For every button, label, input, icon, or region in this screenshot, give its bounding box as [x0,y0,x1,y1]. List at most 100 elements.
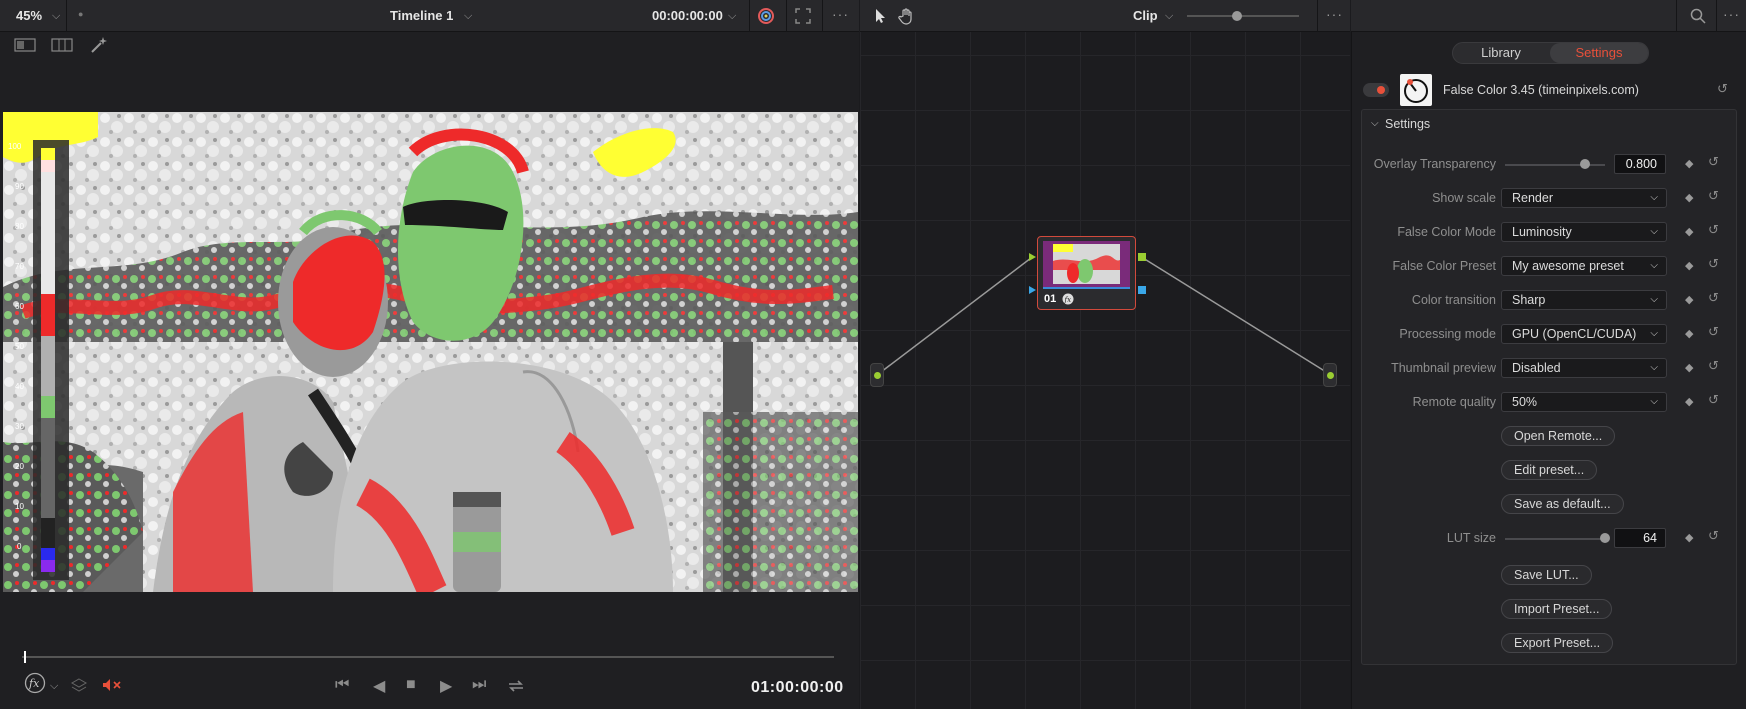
keyframe-icon[interactable]: ◆ [1685,225,1693,238]
mode-chevron-icon[interactable]: ⌵ [1165,10,1173,23]
reset-icon[interactable]: ↺ [1708,528,1719,544]
open-remote-button[interactable]: Open Remote... [1501,426,1616,446]
timecode-chevron-icon[interactable]: ⌵ [728,10,736,23]
more-options-icon[interactable]: ··· [1326,6,1343,22]
node-graph-header: Clip ⌵ ··· [860,0,1350,32]
mute-icon[interactable] [102,678,122,692]
overlay-transparency-value[interactable]: 0.800 [1614,154,1666,174]
keyframe-icon[interactable]: ◆ [1685,327,1693,340]
timecode-display: 01:00:00:00 [751,679,844,696]
hand-icon[interactable] [898,7,916,25]
key-input-port[interactable] [1029,286,1036,294]
toggle-dot [1377,86,1385,94]
show-scale-dropdown[interactable]: Render ⌵ [1501,188,1667,208]
skip-to-start-icon[interactable]: ⏮ [335,676,349,694]
save-as-default-button[interactable]: Save as default... [1501,494,1624,514]
dropdown-chevron-icon: ⌵ [1650,396,1658,407]
remote-quality-dropdown[interactable]: 50% ⌵ [1501,392,1667,412]
single-viewer-icon[interactable] [14,38,36,52]
reset-icon[interactable]: ↺ [1708,358,1719,374]
zoom-slider-knob[interactable] [1232,11,1242,21]
processing-mode-dropdown[interactable]: GPU (OpenCL/CUDA) ⌵ [1501,324,1667,344]
reset-icon[interactable]: ↺ [1708,154,1719,170]
divider [1716,0,1717,32]
key-output-port[interactable] [1138,286,1146,294]
keyframe-icon[interactable]: ◆ [1685,531,1693,544]
skip-to-end-icon[interactable]: ⏭ [472,676,486,694]
input-node[interactable] [870,363,884,387]
magic-wand-icon[interactable] [89,36,109,54]
color-transition-dropdown[interactable]: Sharp ⌵ [1501,290,1667,310]
effect-reset-icon[interactable]: ↺ [1717,81,1728,97]
thumbnail-preview-dropdown[interactable]: Disabled ⌵ [1501,358,1667,378]
split-viewer-icon[interactable] [51,38,73,52]
reset-icon[interactable]: ↺ [1708,188,1719,204]
loop-icon[interactable] [506,678,526,694]
more-options-icon[interactable]: ··· [1723,6,1740,22]
reset-icon[interactable]: ↺ [1708,392,1719,408]
fx-badge-icon: fx [1062,293,1074,305]
overlay-transparency-slider[interactable] [1505,164,1605,166]
fx-icon[interactable]: fx [24,672,46,694]
stop-icon[interactable]: ■ [406,676,416,694]
collapse-chevron-icon[interactable]: ⌵ [1371,118,1379,129]
reset-icon[interactable]: ↺ [1708,324,1719,340]
color-wheel-icon[interactable] [756,6,776,26]
scrubber-track[interactable] [22,656,834,658]
zoom-chevron-icon[interactable]: ⌵ [52,10,60,23]
edit-preset-button[interactable]: Edit preset... [1501,460,1598,480]
more-options-icon[interactable]: ··· [832,6,849,22]
output-node[interactable] [1323,363,1337,387]
node-mode[interactable]: Clip [1133,8,1158,23]
timecode-top[interactable]: 00:00:00:00 [652,8,723,23]
reset-icon[interactable]: ↺ [1708,290,1719,306]
lut-size-slider[interactable] [1505,538,1605,540]
dropdown-chevron-icon: ⌵ [1650,328,1658,339]
false-color-mode-dropdown[interactable]: Luminosity ⌵ [1501,222,1667,242]
lut-size-value[interactable]: 64 [1614,528,1666,548]
import-preset-button[interactable]: Import Preset... [1501,599,1613,619]
keyframe-icon[interactable]: ◆ [1685,259,1693,272]
keyframe-icon[interactable]: ◆ [1685,191,1693,204]
zoom-slider-track[interactable] [1187,15,1299,17]
effect-enable-toggle[interactable] [1363,83,1389,97]
save-lut-button[interactable]: Save LUT... [1501,565,1592,585]
lut-size-knob[interactable] [1600,533,1610,543]
rgb-output-port[interactable] [1138,253,1146,261]
play-icon[interactable]: ▶ [440,676,452,696]
tab-library[interactable]: Library [1453,43,1549,63]
keyframe-icon[interactable]: ◆ [1685,157,1693,170]
keyframe-icon[interactable]: ◆ [1685,293,1693,306]
section-title[interactable]: Settings [1385,117,1430,131]
timeline-name[interactable]: Timeline 1 [390,8,453,23]
tab-settings[interactable]: Settings [1550,43,1648,63]
effect-name: False Color 3.45 (timeinpixels.com) [1443,83,1639,97]
playhead[interactable] [24,651,26,663]
pointer-icon[interactable] [874,8,888,24]
scale-tick-label: 0 [17,542,22,551]
fullscreen-icon[interactable] [794,7,812,25]
keyframe-icon[interactable]: ◆ [1685,361,1693,374]
timeline-chevron-icon[interactable]: ⌵ [464,10,472,23]
export-preset-button[interactable]: Export Preset... [1501,633,1614,653]
step-back-icon[interactable]: ◀ [373,676,385,696]
layers-icon[interactable] [71,678,87,692]
rgb-input-port[interactable] [1029,253,1036,261]
search-icon[interactable] [1690,8,1706,24]
corrector-node[interactable]: 01 fx [1029,236,1146,310]
zoom-level[interactable]: 45% [16,8,42,23]
keyframe-icon[interactable]: ◆ [1685,395,1693,408]
reset-icon[interactable]: ↺ [1708,256,1719,272]
reset-icon[interactable]: ↺ [1708,222,1719,238]
overlay-transparency-knob[interactable] [1580,159,1590,169]
effect-logo [1400,74,1432,106]
false-color-preset-dropdown[interactable]: My awesome preset ⌵ [1501,256,1667,276]
fx-chevron-icon[interactable]: ⌵ [50,680,58,693]
node-progress-line [1043,287,1130,289]
scale-tick-label: 100 [8,142,22,151]
dropdown-chevron-icon: ⌵ [1650,362,1658,373]
param-label: Color transition [1411,293,1496,307]
false-color-logo-icon [1404,79,1428,103]
scale-tick-label: 60 [15,302,24,311]
options-dot-icon[interactable]: ● [78,9,83,19]
